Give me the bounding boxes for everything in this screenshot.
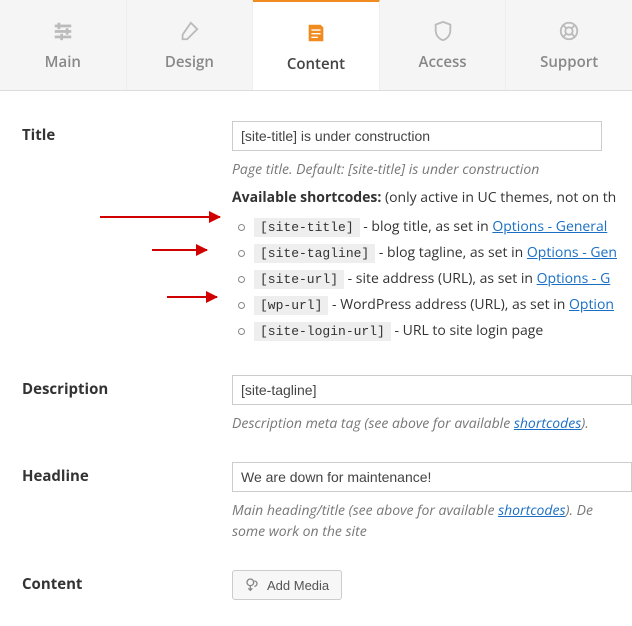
tab-label: Access — [419, 52, 467, 72]
content-panel: Title Page title. Default: [site-title] … — [0, 91, 632, 626]
available-shortcodes-label: Available shortcodes: — [232, 188, 381, 207]
tab-support[interactable]: Support — [506, 0, 632, 90]
shortcode-code: [site-login-url] — [254, 322, 391, 341]
shortcode-list: [site-title] - blog title, as set in Opt… — [232, 217, 632, 340]
headline-hint: Main heading/title (see above for availa… — [232, 500, 632, 542]
shortcode-link[interactable]: Options - Gen — [527, 243, 617, 262]
content-label: Content — [22, 570, 232, 600]
lifebuoy-icon — [558, 20, 580, 42]
title-input[interactable] — [232, 121, 602, 151]
tab-label: Main — [45, 52, 81, 72]
list-item: [wp-url] - WordPress address (URL), as s… — [232, 295, 632, 314]
shortcode-desc: - URL to site login page — [391, 321, 543, 340]
document-icon — [305, 22, 327, 44]
add-media-label: Add Media — [267, 578, 329, 593]
tabs-nav: Main Design Content Access Support — [0, 0, 632, 91]
list-item: [site-url] - site address (URL), as set … — [232, 269, 632, 288]
description-label: Description — [22, 375, 232, 434]
tab-label: Design — [165, 52, 214, 72]
description-hint: Description meta tag (see above for avai… — [232, 413, 632, 434]
media-icon — [245, 577, 261, 593]
brush-icon — [178, 20, 200, 42]
shortcodes-link[interactable]: shortcodes — [498, 501, 565, 520]
shortcode-code: [wp-url] — [254, 296, 328, 315]
annotation-arrow — [167, 296, 217, 298]
shortcode-desc: - blog title, as set in — [360, 217, 493, 236]
description-input[interactable] — [232, 375, 632, 405]
list-item: [site-title] - blog title, as set in Opt… — [232, 217, 632, 236]
shortcode-desc: - blog tagline, as set in — [375, 243, 527, 262]
tab-label: Support — [540, 52, 598, 72]
headline-input[interactable] — [232, 462, 632, 492]
tab-main[interactable]: Main — [0, 0, 127, 90]
title-label: Title — [22, 121, 232, 347]
available-shortcodes-note: (only active in UC themes, not on th — [381, 188, 616, 207]
shortcode-desc: - WordPress address (URL), as set in — [328, 295, 569, 314]
shortcode-code: [site-tagline] — [254, 244, 375, 263]
row-headline: Headline Main heading/title (see above f… — [22, 462, 632, 542]
tab-label: Content — [287, 54, 345, 74]
annotation-arrow — [100, 216, 220, 218]
row-description: Description Description meta tag (see ab… — [22, 375, 632, 434]
title-hint: Page title. Default: [site-title] is und… — [232, 159, 632, 180]
row-content: Content Add Media — [22, 570, 632, 600]
shortcode-desc: - site address (URL), as set in — [344, 269, 537, 288]
shortcode-link[interactable]: Option — [569, 295, 614, 314]
annotation-arrow — [152, 249, 207, 251]
tab-access[interactable]: Access — [380, 0, 507, 90]
list-item: [site-tagline] - blog tagline, as set in… — [232, 243, 632, 262]
tab-content[interactable]: Content — [253, 0, 380, 90]
shortcode-code: [site-url] — [254, 270, 344, 289]
shortcode-link[interactable]: Options - General — [492, 217, 607, 236]
shortcode-code: [site-title] — [254, 218, 360, 237]
tab-design[interactable]: Design — [127, 0, 254, 90]
add-media-button[interactable]: Add Media — [232, 570, 342, 600]
shortcodes-link[interactable]: shortcodes — [514, 414, 581, 433]
available-shortcodes-line: Available shortcodes: (only active in UC… — [232, 188, 632, 207]
sliders-icon — [52, 20, 74, 42]
shortcode-link[interactable]: Options - G — [537, 269, 611, 288]
list-item: [site-login-url] - URL to site login pag… — [232, 321, 632, 340]
shield-icon — [432, 20, 454, 42]
headline-label: Headline — [22, 462, 232, 542]
row-title: Title Page title. Default: [site-title] … — [22, 121, 632, 347]
